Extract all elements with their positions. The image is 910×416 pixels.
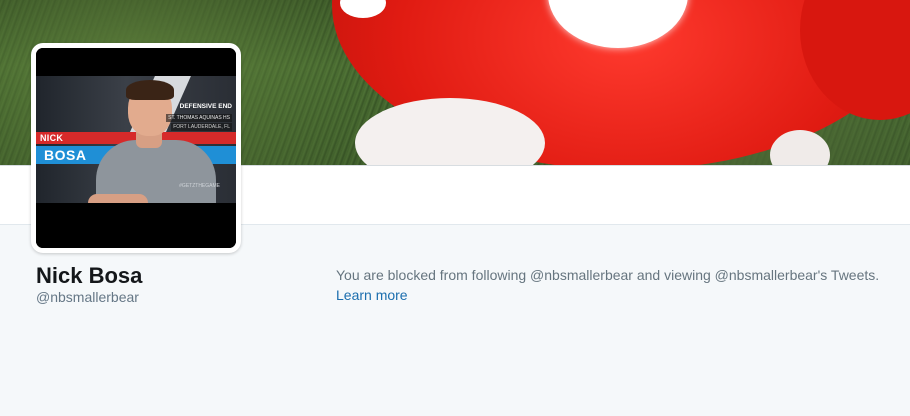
profile-display-name[interactable]: Nick Bosa xyxy=(36,263,142,289)
avatar-letterbox-top xyxy=(36,48,236,76)
profile-handle: @nbsmallerbear xyxy=(36,289,139,305)
profile-page: NICK BOSA DEFENSIVE END ST. THOMAS AQUIN… xyxy=(0,0,910,416)
avatar-city-label: FORT LAUDERDALE, FL xyxy=(171,123,232,131)
avatar-school-label: ST. THOMAS AQUINAS HS xyxy=(166,114,232,122)
avatar-first-name: NICK xyxy=(40,133,64,143)
avatar-person-arm xyxy=(88,194,148,203)
avatar-person-hair xyxy=(126,80,174,100)
blocked-message: You are blocked from following @nbsmalle… xyxy=(336,267,880,283)
avatar-photo-scene: NICK BOSA DEFENSIVE END ST. THOMAS AQUIN… xyxy=(36,76,236,203)
avatar-position-label: DEFENSIVE END xyxy=(179,103,232,110)
avatar-last-name: BOSA xyxy=(44,147,87,163)
profile-avatar[interactable]: NICK BOSA DEFENSIVE END ST. THOMAS AQUIN… xyxy=(31,43,241,253)
avatar-hashtag-label: #GETZTHEGAME xyxy=(179,183,220,189)
learn-more-link[interactable]: Learn more xyxy=(336,287,408,303)
avatar-letterbox-bottom xyxy=(36,203,236,248)
